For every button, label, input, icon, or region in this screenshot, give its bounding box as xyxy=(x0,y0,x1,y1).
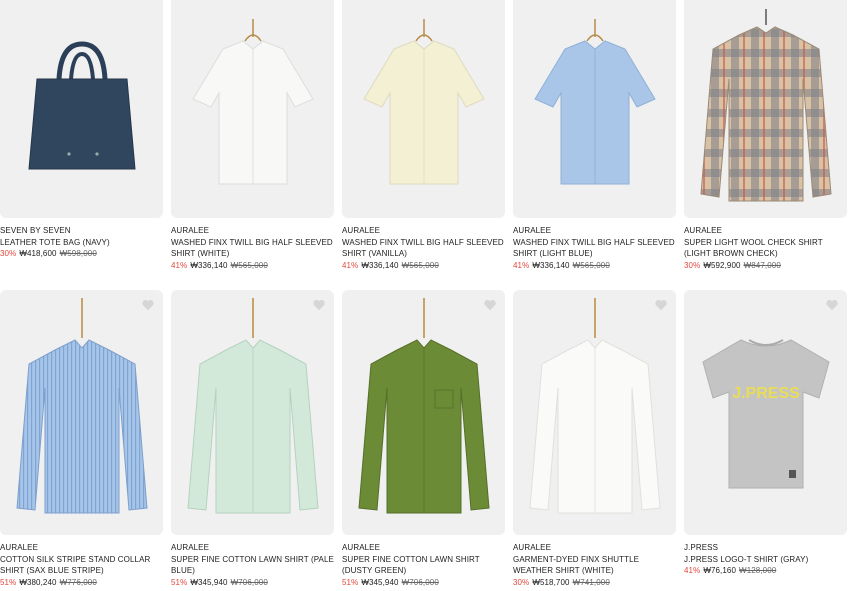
product-card[interactable]: AURALEE SUPER FINE COTTON LAWN SHIRT (PA… xyxy=(171,290,334,588)
discount-percent: 30% xyxy=(0,249,17,258)
product-name[interactable]: GARMENT-DYED FINX SHUTTLE WEATHER SHIRT … xyxy=(513,554,676,577)
product-card[interactable]: AURALEE WASHED FINX TWILL BIG HALF SLEEV… xyxy=(342,0,505,271)
product-card[interactable]: SEVEN BY SEVEN LEATHER TOTE BAG (NAVY) 3… xyxy=(0,0,163,260)
product-brand: AURALEE xyxy=(684,226,723,235)
price-line: 51% ₩380,240 ₩776,000 xyxy=(0,577,163,589)
price-line: 30% ₩418,600 ₩598,000 xyxy=(0,248,163,260)
product-image[interactable] xyxy=(171,0,334,218)
discount-percent: 51% xyxy=(342,577,359,587)
product-card[interactable]: AURALEE WASHED FINX TWILL BIG HALF SLEEV… xyxy=(171,0,334,271)
product-image[interactable]: J.PRESS xyxy=(684,290,847,535)
price-line: 41% ₩336,140 ₩565,000 xyxy=(513,260,676,272)
product-image[interactable] xyxy=(513,0,676,218)
original-price: ₩706,000 xyxy=(401,577,439,587)
sale-price: ₩518,700 xyxy=(532,577,570,587)
product-brand: AURALEE xyxy=(342,543,381,552)
price-line: 41% ₩336,140 ₩565,000 xyxy=(171,260,334,272)
product-name[interactable]: LEATHER TOTE BAG (NAVY) xyxy=(0,237,163,249)
sale-price: ₩345,940 xyxy=(361,577,399,587)
heart-icon[interactable] xyxy=(312,298,326,312)
product-image[interactable] xyxy=(513,290,676,535)
product-name[interactable]: SUPER FINE COTTON LAWN SHIRT (PALE BLUE) xyxy=(171,554,334,577)
product-brand: AURALEE xyxy=(171,543,210,552)
original-price: ₩741,000 xyxy=(572,577,610,587)
original-price: ₩706,000 xyxy=(230,577,268,587)
product-name[interactable]: WASHED FINX TWILL BIG HALF SLEEVED SHIRT… xyxy=(513,237,676,260)
dusty-green-shirt-icon xyxy=(357,297,490,513)
product-image[interactable] xyxy=(684,0,847,218)
product-name[interactable]: J.PRESS LOGO-T SHIRT (GRAY) xyxy=(684,554,847,566)
price-line: 41% ₩76,160 ₩128,000 xyxy=(684,565,847,577)
product-name[interactable]: COTTON SILK STRIPE STAND COLLAR SHIRT (S… xyxy=(0,554,163,577)
product-brand: AURALEE xyxy=(171,226,210,235)
original-price: ₩565,000 xyxy=(401,260,439,270)
product-brand: J.PRESS xyxy=(684,543,719,552)
tshirt-logo-text: J.PRESS xyxy=(732,385,800,402)
product-name[interactable]: SUPER LIGHT WOOL CHECK SHIRT (LIGHT BROW… xyxy=(684,237,847,260)
heart-icon[interactable] xyxy=(483,298,497,312)
sale-price: ₩592,900 xyxy=(703,260,741,270)
product-name[interactable]: WASHED FINX TWILL BIG HALF SLEEVED SHIRT… xyxy=(342,237,505,260)
product-brand: AURALEE xyxy=(513,543,552,552)
sale-price: ₩76,160 xyxy=(703,566,737,575)
pale-blue-shirt-icon xyxy=(186,297,319,513)
discount-percent: 51% xyxy=(0,577,17,587)
product-image[interactable] xyxy=(0,0,163,218)
product-image[interactable] xyxy=(0,290,163,535)
product-name[interactable]: WASHED FINX TWILL BIG HALF SLEEVED SHIRT… xyxy=(171,237,334,260)
product-card[interactable]: AURALEE GARMENT-DYED FINX SHUTTLE WEATHE… xyxy=(513,290,676,588)
tote-bag-icon xyxy=(27,41,136,170)
product-card[interactable]: J.PRESS J.PRESS J.PRESS LOGO-T SHIRT (GR… xyxy=(684,290,847,577)
product-brand: AURALEE xyxy=(342,226,381,235)
discount-percent: 30% xyxy=(513,577,530,587)
price-line: 51% ₩345,940 ₩706,000 xyxy=(171,577,334,589)
discount-percent: 41% xyxy=(342,260,359,270)
original-price: ₩128,000 xyxy=(739,566,777,575)
white-short-sleeve-shirt-icon xyxy=(191,19,314,185)
white-weather-shirt-icon xyxy=(528,297,661,513)
original-price: ₩598,000 xyxy=(59,249,97,258)
sale-price: ₩336,140 xyxy=(532,260,570,270)
original-price: ₩776,000 xyxy=(59,577,97,587)
product-name[interactable]: SUPER FINE COTTON LAWN SHIRT (DUSTY GREE… xyxy=(342,554,505,577)
product-brand: AURALEE xyxy=(0,543,39,552)
product-card[interactable]: AURALEE WASHED FINX TWILL BIG HALF SLEEV… xyxy=(513,0,676,271)
original-price: ₩847,000 xyxy=(743,260,781,270)
product-card[interactable]: AURALEE SUPER LIGHT WOOL CHECK SHIRT (LI… xyxy=(684,0,847,271)
product-card[interactable]: AURALEE COTTON SILK STRIPE STAND COLLAR … xyxy=(0,290,163,588)
discount-percent: 41% xyxy=(513,260,530,270)
product-image[interactable] xyxy=(342,290,505,535)
sale-price: ₩345,940 xyxy=(190,577,228,587)
product-brand: AURALEE xyxy=(513,226,552,235)
heart-icon[interactable] xyxy=(825,298,839,312)
original-price: ₩565,000 xyxy=(572,260,610,270)
product-brand: SEVEN BY SEVEN xyxy=(0,226,71,235)
product-grid: SEVEN BY SEVEN LEATHER TOTE BAG (NAVY) 3… xyxy=(0,0,850,591)
discount-percent: 41% xyxy=(684,566,701,575)
product-card[interactable]: AURALEE SUPER FINE COTTON LAWN SHIRT (DU… xyxy=(342,290,505,588)
sale-price: ₩336,140 xyxy=(190,260,228,270)
price-line: 30% ₩592,900 ₩847,000 xyxy=(684,260,847,272)
light-blue-short-sleeve-shirt-icon xyxy=(533,19,656,185)
price-line: 30% ₩518,700 ₩741,000 xyxy=(513,577,676,589)
brown-check-shirt-icon xyxy=(699,9,832,202)
discount-percent: 41% xyxy=(171,260,188,270)
price-line: 41% ₩336,140 ₩565,000 xyxy=(342,260,505,272)
sale-price: ₩380,240 xyxy=(19,577,57,587)
product-image[interactable] xyxy=(342,0,505,218)
original-price: ₩565,000 xyxy=(230,260,268,270)
discount-percent: 51% xyxy=(171,577,188,587)
sale-price: ₩418,600 xyxy=(19,249,57,258)
product-image[interactable] xyxy=(171,290,334,535)
discount-percent: 30% xyxy=(684,260,701,270)
sale-price: ₩336,140 xyxy=(361,260,399,270)
gray-logo-tshirt-icon: J.PRESS xyxy=(701,338,830,488)
price-line: 51% ₩345,940 ₩706,000 xyxy=(342,577,505,589)
vanilla-short-sleeve-shirt-icon xyxy=(362,19,485,185)
blue-stripe-shirt-icon xyxy=(15,297,148,513)
heart-icon[interactable] xyxy=(141,298,155,312)
heart-icon[interactable] xyxy=(654,298,668,312)
